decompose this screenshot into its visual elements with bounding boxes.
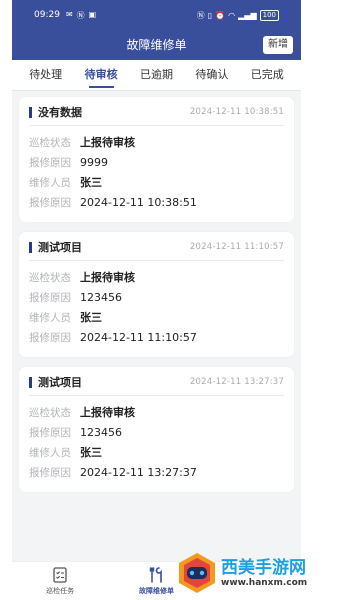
nav-label: 巡检任务: [46, 587, 75, 595]
row-value: 2024-12-11 13:27:37: [80, 465, 197, 479]
status-tabs: 待处理 待审核 已逾期 待确认 已完成: [12, 60, 301, 91]
nav-inspection-tasks[interactable]: 巡检任务: [12, 562, 108, 600]
message-icon: ✉: [65, 9, 73, 19]
card-row: 维修人员 张三: [29, 442, 284, 462]
row-label: 巡检状态: [29, 406, 71, 419]
row-value: 2024-12-11 10:38:51: [80, 195, 197, 209]
watermark-text: 西美手游网 www.hanxm.com: [221, 558, 307, 589]
tab-review[interactable]: 待审核: [85, 60, 118, 90]
title-marker: [29, 106, 32, 118]
row-value: 上报待审核: [80, 406, 135, 419]
card-time: 2024-12-11 10:38:51: [189, 107, 284, 117]
watermark-name: 西美手游网: [221, 557, 306, 578]
card-row: 维修人员 张三: [29, 307, 284, 327]
row-label: 报修原因: [29, 466, 71, 479]
title-bar: 故障维修单 新增: [12, 34, 301, 56]
card-row: 巡检状态 上报待审核: [29, 267, 284, 287]
card-row: 报修原因 9999: [29, 152, 284, 172]
row-label: 报修原因: [29, 291, 71, 304]
repair-order-card[interactable]: 没有数据 2024-12-11 10:38:51 巡检状态 上报待审核 报修原因…: [19, 97, 294, 222]
signal-icon: ▂▄▆: [238, 10, 257, 20]
card-title: 没有数据: [38, 106, 82, 119]
row-label: 报修原因: [29, 331, 71, 344]
row-label: 维修人员: [29, 446, 71, 459]
repair-order-card[interactable]: 测试项目 2024-12-11 13:27:37 巡检状态 上报待审核 报修原因…: [19, 367, 294, 492]
n-icon: Ⓝ: [76, 10, 85, 20]
checklist-icon: [53, 567, 67, 583]
app-header: 09:29 ✉ Ⓝ ▣ Ⓝ ▯ ⏰ ◠ ▂▄▆ 100 故障维修单 新增: [12, 0, 301, 60]
status-time: 09:29: [34, 10, 60, 20]
app-icon: ▣: [88, 9, 97, 19]
row-label: 报修原因: [29, 156, 71, 169]
row-label: 维修人员: [29, 311, 71, 324]
tab-pending[interactable]: 待处理: [29, 60, 62, 90]
card-row: 报修原因 2024-12-11 13:27:37: [29, 462, 284, 482]
card-title: 测试项目: [38, 241, 82, 254]
status-left-icons: ✉ Ⓝ ▣: [66, 10, 96, 21]
card-time: 2024-12-11 11:10:57: [189, 242, 284, 252]
card-header: 测试项目 2024-12-11 11:10:57: [29, 238, 284, 261]
nav-label: 故障维修单: [138, 587, 174, 595]
nfc-icon: Ⓝ: [196, 10, 205, 20]
row-label: 维修人员: [29, 176, 71, 189]
title-marker: [29, 241, 32, 253]
alarm-icon: ⏰: [215, 10, 226, 20]
card-row: 维修人员 张三: [29, 172, 284, 192]
page-title: 故障维修单: [126, 38, 187, 52]
status-bar: 09:29 ✉ Ⓝ ▣ Ⓝ ▯ ⏰ ◠ ▂▄▆ 100: [12, 6, 301, 24]
wifi-icon: ◠: [228, 10, 236, 20]
status-right-icons: Ⓝ ▯ ⏰ ◠ ▂▄▆ 100: [196, 9, 279, 21]
card-header: 测试项目 2024-12-11 13:27:37: [29, 373, 284, 396]
row-value: 上报待审核: [80, 136, 135, 149]
card-row: 巡检状态 上报待审核: [29, 132, 284, 152]
row-label: 巡检状态: [29, 271, 71, 284]
card-row: 报修原因 123456: [29, 287, 284, 307]
app-screen: 09:29 ✉ Ⓝ ▣ Ⓝ ▯ ⏰ ◠ ▂▄▆ 100 故障维修单 新增 待处理…: [12, 0, 301, 600]
repair-order-card[interactable]: 测试项目 2024-12-11 11:10:57 巡检状态 上报待审核 报修原因…: [19, 232, 294, 357]
title-marker: [29, 376, 32, 388]
card-row: 报修原因 2024-12-11 10:38:51: [29, 192, 284, 212]
add-button[interactable]: 新增: [263, 36, 293, 54]
row-value: 123456: [80, 425, 122, 439]
card-title: 测试项目: [38, 376, 82, 389]
watermark: 西美手游网 www.hanxm.com: [175, 550, 325, 596]
row-value: 9999: [80, 155, 108, 169]
row-value: 2024-12-11 11:10:57: [80, 330, 197, 344]
card-row: 报修原因 2024-12-11 11:10:57: [29, 327, 284, 347]
row-value: 张三: [80, 176, 102, 189]
vibrate-icon: ▯: [207, 10, 213, 20]
row-label: 报修原因: [29, 196, 71, 209]
repair-order-list: 没有数据 2024-12-11 10:38:51 巡检状态 上报待审核 报修原因…: [12, 91, 301, 492]
row-value: 123456: [80, 290, 122, 304]
card-row: 巡检状态 上报待审核: [29, 402, 284, 422]
row-value: 张三: [80, 311, 102, 324]
tab-completed[interactable]: 已完成: [251, 60, 284, 90]
row-value: 上报待审核: [80, 271, 135, 284]
tab-overdue[interactable]: 已逾期: [140, 60, 173, 90]
watermark-url: www.hanxm.com: [221, 577, 308, 588]
watermark-logo-icon: [179, 553, 215, 593]
card-row: 报修原因 123456: [29, 422, 284, 442]
battery-icon: 100: [259, 9, 279, 21]
row-label: 报修原因: [29, 426, 71, 439]
wrench-icon: [150, 567, 163, 583]
card-header: 没有数据 2024-12-11 10:38:51: [29, 103, 284, 126]
tab-confirm[interactable]: 待确认: [195, 60, 228, 90]
row-label: 巡检状态: [29, 136, 71, 149]
card-time: 2024-12-11 13:27:37: [189, 377, 284, 387]
row-value: 张三: [80, 446, 102, 459]
